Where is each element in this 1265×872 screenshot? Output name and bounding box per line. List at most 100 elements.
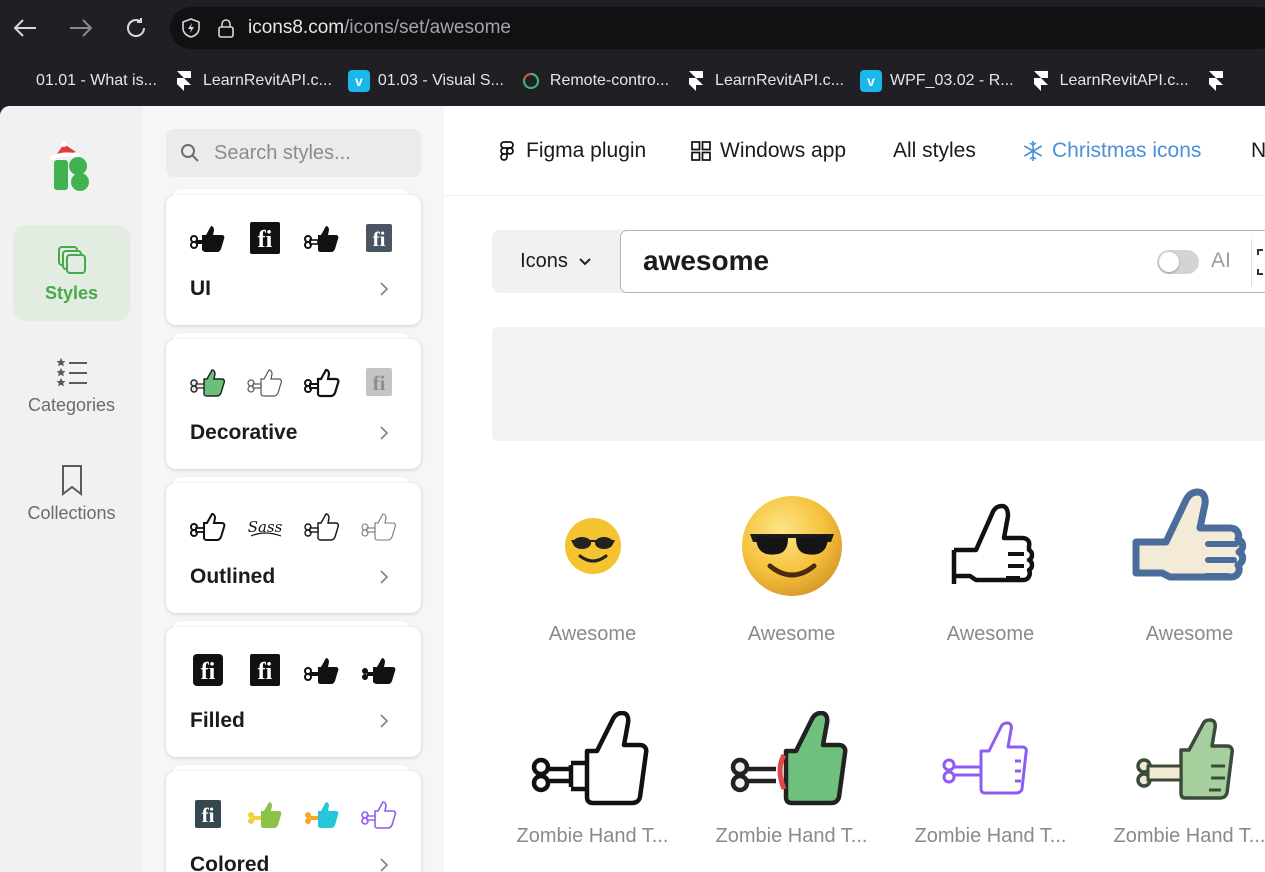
- bookmark-item[interactable]: LearnRevitAPI.c...: [167, 65, 342, 97]
- framer-icon: [1205, 70, 1227, 92]
- result-item[interactable]: Zombie Hand T...: [493, 701, 692, 872]
- main-search-box[interactable]: AI: [620, 230, 1265, 293]
- fi-letters-icon: fi: [250, 654, 280, 686]
- svg-text:fi: fi: [258, 227, 273, 253]
- chevron-right-icon: [380, 570, 389, 584]
- zombie-hand-green-icon: [730, 711, 847, 806]
- style-card-outlined[interactable]: Sass Outlined: [166, 477, 421, 613]
- bookmark-item[interactable]: LearnRevitAPI.c...: [1024, 65, 1199, 97]
- main-search-input[interactable]: [643, 241, 1123, 281]
- zombie-hand-teal-icon: [305, 802, 339, 828]
- result-item[interactable]: Awesome: [891, 486, 1090, 676]
- thumbs-up-thick-outline-icon: [304, 368, 340, 398]
- rail-item-collections[interactable]: Collections: [13, 445, 130, 541]
- bookmark-item[interactable]: Remote-contro...: [514, 65, 679, 97]
- rail-item-categories[interactable]: Categories: [13, 337, 130, 433]
- fi-letters-icon: fi: [250, 222, 280, 254]
- browser-toolbar: icons8.com/icons/set/awesome: [0, 0, 1265, 56]
- thumbs-up-light-outline-icon: [361, 513, 396, 541]
- snowflake-icon: [1023, 141, 1043, 161]
- generic-page-icon: [6, 70, 28, 92]
- page-content: Styles Categories Collections fi fi: [0, 106, 1265, 872]
- svg-text:fi: fi: [373, 227, 386, 251]
- reload-button[interactable]: [117, 9, 155, 47]
- search-styles-box[interactable]: [166, 129, 421, 177]
- layers-icon: [57, 245, 86, 274]
- image-search-button[interactable]: [1251, 239, 1265, 286]
- fi-letters-icon: fi: [193, 654, 223, 686]
- main-content: Figma plugin Windows app All styles Chri…: [444, 106, 1265, 872]
- chevron-right-icon: [380, 426, 389, 440]
- nav-christmas-icons[interactable]: Christmas icons: [1022, 134, 1201, 168]
- vimeo-icon: v: [347, 70, 370, 92]
- zombie-hand-violet-icon: [361, 801, 397, 829]
- style-card-decorative[interactable]: fi Decorative: [166, 333, 421, 469]
- svg-text:fi: fi: [258, 659, 273, 685]
- thumbs-up-filled-icon: [304, 658, 339, 684]
- result-item[interactable]: Awesome: [1090, 486, 1265, 676]
- bookmark-item-overflow[interactable]: [1199, 65, 1245, 97]
- thumbs-up-bone-icon: [304, 226, 339, 252]
- lock-icon: [218, 19, 234, 38]
- result-item[interactable]: Zombie Hand T...: [1090, 701, 1265, 872]
- search-row: Icons AI: [492, 230, 1265, 293]
- style-card-colored[interactable]: fi Colored: [166, 765, 421, 872]
- search-styles-input[interactable]: [214, 141, 414, 165]
- nav-windows-app[interactable]: Windows app: [690, 134, 846, 168]
- fi-letters-gray-icon: fi: [366, 224, 392, 252]
- top-nav: Figma plugin Windows app All styles Chri…: [444, 106, 1265, 196]
- nav-next-item[interactable]: N: [1251, 134, 1265, 168]
- forward-button[interactable]: [62, 9, 100, 47]
- address-bar[interactable]: icons8.com/icons/set/awesome: [170, 7, 1265, 49]
- ai-label: AI: [1211, 249, 1231, 272]
- result-item[interactable]: Awesome: [692, 486, 891, 676]
- thumbs-up-filled-icon: [190, 226, 225, 252]
- icons8-logo[interactable]: [48, 140, 96, 192]
- chevron-right-icon: [380, 714, 389, 728]
- thumbs-up-filled-icon: [362, 658, 396, 684]
- back-button[interactable]: [6, 9, 44, 47]
- icons8-christmas-logo-icon: [50, 141, 89, 191]
- framer-icon: [685, 70, 707, 92]
- result-item[interactable]: Awesome: [493, 486, 692, 676]
- bookmarks-bar: 01.01 - What is... LearnRevitAPI.c... v0…: [0, 56, 1265, 106]
- fi-letters-silver-icon: fi: [366, 368, 392, 396]
- scan-icon: [1257, 249, 1263, 275]
- vimeo-icon: v: [860, 70, 882, 92]
- arrow-right-icon: [70, 19, 93, 37]
- nav-all-styles[interactable]: All styles: [893, 134, 976, 168]
- thumbs-up-thin-outline-icon: [304, 513, 340, 541]
- chevron-right-icon: [380, 282, 389, 296]
- result-item[interactable]: Zombie Hand T...: [891, 701, 1090, 872]
- windows-icon: [691, 141, 711, 161]
- style-card-filled[interactable]: fi fi Filled: [166, 621, 421, 757]
- framer-icon: [173, 70, 195, 92]
- bookmark-item[interactable]: 01.01 - What is...: [0, 65, 167, 97]
- thumbs-up-colored-icon: [1132, 488, 1246, 581]
- svg-text:fi: fi: [373, 371, 386, 395]
- icon-type-dropdown[interactable]: Icons: [492, 230, 620, 293]
- style-card-ui[interactable]: fi fi UI: [166, 189, 421, 325]
- rail-item-styles[interactable]: Styles: [13, 225, 130, 321]
- framer-icon: [1030, 70, 1052, 92]
- search-icon: [181, 144, 199, 162]
- thumbs-up-sketch-icon: [247, 369, 282, 397]
- url-text: icons8.com/icons/set/awesome: [248, 17, 511, 38]
- styles-panel: fi fi UI fi Decorative: [142, 106, 444, 872]
- nav-figma-plugin[interactable]: Figma plugin: [496, 134, 646, 168]
- arrow-left-icon: [13, 19, 36, 37]
- thumbs-up-outline-icon: [951, 503, 1034, 584]
- bookmark-item[interactable]: v 01.03 - Visual S...: [342, 65, 514, 97]
- result-item[interactable]: Zombie Hand T...: [692, 701, 891, 872]
- zombie-hand-pale-icon: [1135, 718, 1234, 800]
- bookmark-item[interactable]: v WPF_03.02 - R...: [854, 65, 1024, 97]
- sunglasses-emoji-3d-icon: [741, 496, 842, 596]
- sass-logo-icon: Sass: [248, 518, 283, 537]
- bookmark-item[interactable]: LearnRevitAPI.c...: [679, 65, 854, 97]
- figma-icon: [500, 141, 514, 161]
- svg-text:fi: fi: [202, 803, 215, 827]
- fi-letters-slate-icon: fi: [195, 800, 221, 828]
- ai-toggle[interactable]: [1157, 250, 1199, 274]
- reload-icon: [127, 18, 146, 37]
- zombie-hand-outline-icon: [531, 711, 648, 806]
